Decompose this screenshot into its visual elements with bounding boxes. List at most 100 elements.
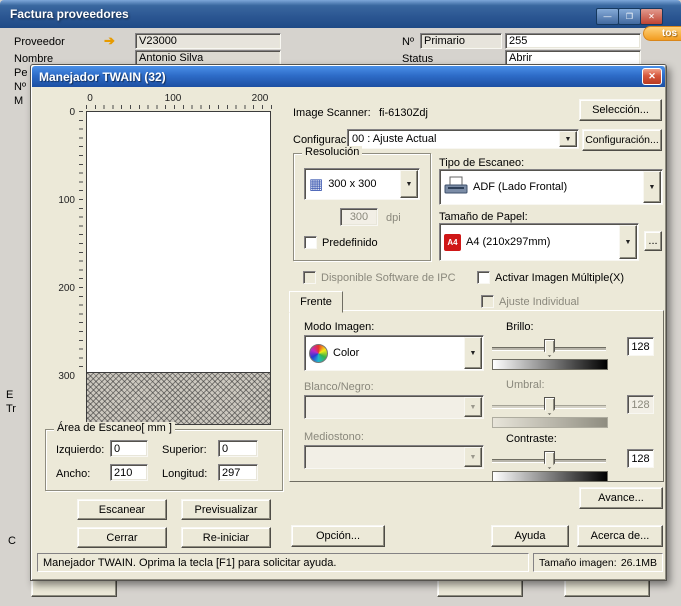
statusbar-help: Manejador TWAIN. Oprima la tecla [F1] pa… bbox=[37, 553, 529, 572]
opcion-label: Opción... bbox=[316, 530, 360, 542]
contraste-value-input[interactable]: 128 bbox=[627, 449, 654, 468]
resolucion-group: Resolución ▦ 300 x 300 ▼ 300 dpi Predefi… bbox=[293, 153, 431, 261]
configuracion-button[interactable]: Configuración... bbox=[582, 129, 662, 151]
seleccion-button[interactable]: Selección... bbox=[579, 99, 662, 121]
app-window: Factura proveedores — ❐ ✕ tos Proveedor … bbox=[0, 0, 681, 606]
multiple-image-label: Activar Imagen Múltiple(X) bbox=[495, 272, 624, 284]
vertical-ruler bbox=[79, 111, 83, 373]
clipped-label: Pe bbox=[14, 67, 27, 79]
reiniciar-button[interactable]: Re-iniciar bbox=[181, 527, 271, 548]
minimize-button[interactable]: — bbox=[596, 8, 619, 25]
ruler-v-number: 200 bbox=[55, 283, 75, 294]
clipped-label: E bbox=[6, 389, 13, 401]
resolution-glyph: ▦ bbox=[309, 176, 323, 193]
tipo-escaneo-select[interactable]: ADF (Lado Frontal) ▼ bbox=[439, 169, 663, 205]
ipc-checkbox: Disponible Software de IPC bbox=[303, 271, 456, 284]
chevron-down-icon[interactable]: ▼ bbox=[464, 337, 482, 369]
superior-input[interactable]: 0 bbox=[218, 440, 258, 457]
dropdown-glyph: ▼ bbox=[625, 239, 632, 246]
dropdown-glyph: ▼ bbox=[649, 184, 656, 191]
close-button[interactable]: ✕ bbox=[640, 8, 663, 25]
numero-value: 255 bbox=[509, 35, 527, 47]
resolucion-select[interactable]: ▦ 300 x 300 ▼ bbox=[304, 168, 420, 200]
proveedor-label: Proveedor bbox=[14, 36, 65, 48]
acerca-button[interactable]: Acerca de... bbox=[577, 525, 663, 547]
tamano-papel-value: A4 (210x297mm) bbox=[466, 236, 550, 248]
ruler-h-number: 200 bbox=[248, 93, 272, 104]
dpi-value: 300 bbox=[350, 211, 368, 223]
proveedor-input[interactable]: V23000 bbox=[135, 33, 281, 49]
numero-tipo-input[interactable]: Primario bbox=[420, 33, 502, 49]
image-scanner-value: fi-6130Zdj bbox=[379, 107, 428, 119]
clipped-label: M bbox=[14, 95, 23, 107]
ancho-label: Ancho: bbox=[56, 468, 90, 480]
configuracion-button-label: Configuración... bbox=[585, 134, 659, 146]
dropdown-glyph: ▼ bbox=[470, 350, 477, 357]
brillo-label: Brillo: bbox=[506, 321, 534, 333]
tipo-escaneo-label: Tipo de Escaneo: bbox=[439, 157, 524, 169]
superior-value: 0 bbox=[222, 443, 228, 455]
cerrar-label: Cerrar bbox=[106, 532, 137, 544]
minimize-icon: — bbox=[604, 12, 612, 21]
ancho-value: 210 bbox=[114, 467, 132, 479]
individual-adjust-checkbox: Ajuste Individual bbox=[481, 295, 579, 308]
main-window-titlebar[interactable]: Factura proveedores bbox=[0, 0, 681, 28]
tab-frente[interactable]: Frente bbox=[289, 291, 343, 313]
tamano-papel-select[interactable]: A4 A4 (210x297mm) ▼ bbox=[439, 223, 639, 261]
numero-input[interactable]: 255 bbox=[505, 33, 641, 49]
ancho-input[interactable]: 210 bbox=[110, 464, 148, 481]
clipped-toolbar-button[interactable]: tos bbox=[643, 26, 681, 41]
a4-glyph: A4 bbox=[447, 238, 457, 247]
acerca-label: Acerca de... bbox=[591, 530, 650, 542]
chevron-down-icon: ▼ bbox=[464, 447, 482, 467]
ipc-label: Disponible Software de IPC bbox=[321, 272, 456, 284]
ayuda-button[interactable]: Ayuda bbox=[491, 525, 569, 547]
cerrar-button[interactable]: Cerrar bbox=[77, 527, 167, 548]
numero-tipo-value: Primario bbox=[424, 35, 465, 47]
previsualizar-button[interactable]: Previsualizar bbox=[181, 499, 271, 520]
image-scanner-label: Image Scanner: bbox=[293, 107, 371, 119]
brillo-value-input[interactable]: 128 bbox=[627, 337, 654, 356]
chevron-down-icon[interactable]: ▼ bbox=[400, 170, 418, 198]
ayuda-label: Ayuda bbox=[515, 530, 546, 542]
brillo-slider-thumb[interactable] bbox=[544, 339, 555, 357]
ruler-h-number: 100 bbox=[161, 93, 185, 104]
clipped-label: C bbox=[8, 535, 16, 547]
multiple-image-checkbox[interactable]: Activar Imagen Múltiple(X) bbox=[477, 271, 624, 284]
modo-imagen-value: Color bbox=[333, 347, 359, 359]
maximize-button[interactable]: ❐ bbox=[618, 8, 641, 25]
papel-more-button[interactable]: ... bbox=[644, 231, 662, 251]
dialog-close-button[interactable]: ✕ bbox=[642, 68, 662, 85]
configuracion-select[interactable]: 00 : Ajuste Actual ▼ bbox=[347, 129, 579, 149]
izquierdo-input[interactable]: 0 bbox=[110, 440, 148, 457]
checkbox-icon bbox=[481, 295, 494, 308]
seleccion-label: Selección... bbox=[592, 104, 649, 116]
dropdown-glyph: ▼ bbox=[470, 454, 477, 461]
longitud-input[interactable]: 297 bbox=[218, 464, 258, 481]
modo-imagen-select[interactable]: Color ▼ bbox=[304, 335, 484, 371]
contraste-label: Contraste: bbox=[506, 433, 557, 445]
chevron-down-icon[interactable]: ▼ bbox=[619, 225, 637, 259]
statusbar-image-size: Tamaño imagen: 26.1MB bbox=[533, 553, 663, 572]
dropdown-glyph: ▼ bbox=[565, 136, 572, 143]
tamano-papel-label: Tamaño de Papel: bbox=[439, 211, 528, 223]
predefinido-checkbox[interactable]: Predefinido bbox=[304, 236, 378, 249]
escanear-button[interactable]: Escanear bbox=[77, 499, 167, 520]
scan-preview-page[interactable] bbox=[86, 111, 271, 373]
chevron-down-icon[interactable]: ▼ bbox=[559, 131, 577, 147]
twain-dialog-titlebar[interactable]: Manejador TWAIN (32) bbox=[32, 66, 665, 87]
contraste-slider-thumb[interactable] bbox=[544, 451, 555, 469]
opcion-button[interactable]: Opción... bbox=[291, 525, 385, 547]
ruler-h-number: 0 bbox=[78, 93, 102, 104]
adf-scanner-icon bbox=[444, 176, 468, 199]
tipo-escaneo-value: ADF (Lado Frontal) bbox=[473, 181, 567, 193]
twain-dialog-title: Manejador TWAIN (32) bbox=[39, 70, 166, 84]
resolucion-group-title: Resolución bbox=[302, 146, 362, 158]
reiniciar-label: Re-iniciar bbox=[203, 532, 249, 544]
chevron-down-icon[interactable]: ▼ bbox=[643, 171, 661, 203]
image-size-label: Tamaño imagen: bbox=[539, 557, 617, 569]
ruler-v-number: 300 bbox=[55, 371, 75, 382]
avance-button[interactable]: Avance... bbox=[579, 487, 663, 509]
configuracion-value: 00 : Ajuste Actual bbox=[352, 133, 436, 145]
umbral-slider-thumb bbox=[544, 397, 555, 415]
